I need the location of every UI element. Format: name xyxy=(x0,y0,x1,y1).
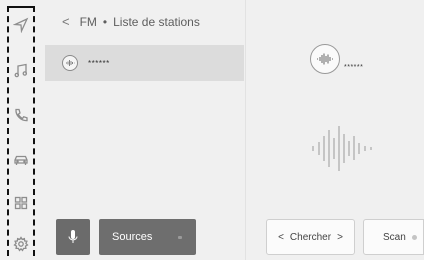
source-label: FM xyxy=(79,14,97,29)
audio-waveform-icon xyxy=(312,126,372,171)
apps-grid-icon[interactable] xyxy=(11,193,31,213)
indicator-dot xyxy=(178,236,182,239)
sources-button[interactable]: Sources xyxy=(99,219,196,255)
sources-label: Sources xyxy=(112,231,153,243)
now-playing-name: ****** xyxy=(344,64,364,71)
radio-icon xyxy=(62,55,78,71)
phone-icon[interactable] xyxy=(11,105,31,125)
scan-label: Scan xyxy=(383,231,406,243)
page-title: Liste de stations xyxy=(113,14,200,29)
microphone-icon xyxy=(68,230,78,243)
car-icon[interactable] xyxy=(11,150,31,170)
breadcrumb: < FM • Liste de stations xyxy=(62,14,200,29)
scan-button[interactable]: Scan xyxy=(363,219,424,255)
settings-gear-icon[interactable] xyxy=(11,234,31,254)
seek-label: Chercher xyxy=(289,231,332,243)
sidebar xyxy=(0,0,40,260)
seek-button[interactable]: < Chercher > xyxy=(266,219,355,255)
radio-icon xyxy=(310,44,340,74)
station-list-item[interactable]: ****** xyxy=(45,45,244,81)
voice-command-button[interactable] xyxy=(56,219,90,255)
station-name: ****** xyxy=(88,58,110,68)
focus-outline xyxy=(7,6,35,256)
scan-indicator-dot xyxy=(411,234,417,240)
breadcrumb-separator: • xyxy=(102,14,108,29)
music-note-icon[interactable] xyxy=(11,60,31,80)
seek-prev-icon[interactable]: < xyxy=(278,232,284,243)
navigation-arrow-icon[interactable] xyxy=(11,15,31,35)
seek-next-icon[interactable]: > xyxy=(337,232,343,243)
back-button[interactable]: < xyxy=(62,14,70,29)
